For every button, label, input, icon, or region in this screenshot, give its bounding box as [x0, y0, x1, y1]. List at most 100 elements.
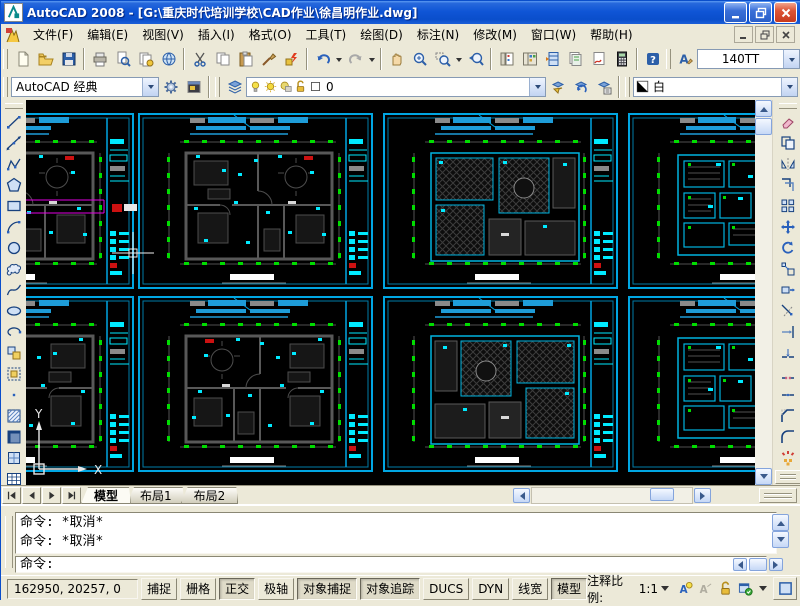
ellipse-arc-icon[interactable] — [3, 321, 25, 342]
save-icon[interactable] — [57, 48, 80, 71]
copy-icon[interactable] — [211, 48, 234, 71]
tool-palettes-icon[interactable] — [541, 48, 564, 71]
toolbar-grip[interactable] — [775, 470, 800, 484]
canvas-horizontal-scrollbar[interactable] — [513, 487, 711, 504]
unlock-icon[interactable] — [294, 80, 307, 93]
minimize-button[interactable] — [724, 2, 747, 23]
menu-文件F[interactable]: 文件(F) — [26, 26, 80, 44]
command-history[interactable]: 命令: *取消*命令: *取消* — [15, 512, 777, 554]
properties-icon[interactable] — [495, 48, 518, 71]
clean-screen-button[interactable] — [773, 577, 797, 600]
line-icon[interactable] — [3, 111, 25, 132]
scroll-left-icon[interactable] — [513, 488, 530, 503]
sheetset-manager-icon[interactable] — [564, 48, 587, 71]
color-combo[interactable]: 白 — [633, 77, 798, 97]
ellipse-icon[interactable] — [3, 300, 25, 321]
circle-icon[interactable] — [3, 237, 25, 258]
tab-模型[interactable]: 模型 — [81, 487, 131, 504]
vertical-scroll-thumb[interactable] — [755, 118, 772, 135]
cut-icon[interactable] — [188, 48, 211, 71]
help-icon[interactable]: ? — [641, 48, 664, 71]
menu-窗口W[interactable]: 窗口(W) — [524, 26, 583, 44]
toggle-极轴[interactable]: 极轴 — [258, 578, 294, 600]
fillet-icon[interactable] — [777, 426, 799, 447]
layer-dropdown-icon[interactable] — [529, 78, 545, 96]
command-scrollbar[interactable] — [772, 514, 789, 550]
tab-last-button[interactable] — [62, 487, 81, 504]
make-layer-current-icon[interactable] — [546, 75, 569, 98]
doc-close-button[interactable] — [776, 26, 795, 43]
mirror-icon[interactable] — [777, 153, 799, 174]
canvas-vertical-scrollbar[interactable] — [755, 100, 772, 485]
break-icon[interactable] — [777, 363, 799, 384]
doc-restore-button[interactable] — [755, 26, 774, 43]
gradient-icon[interactable] — [3, 426, 25, 447]
array-icon[interactable] — [777, 195, 799, 216]
menu-插入I[interactable]: 插入(I) — [191, 26, 242, 44]
text-style-icon[interactable]: A — [674, 48, 697, 71]
publish-icon[interactable] — [134, 48, 157, 71]
plot-preview-icon[interactable] — [111, 48, 134, 71]
match-properties-icon[interactable] — [257, 48, 280, 71]
revision-cloud-icon[interactable] — [3, 258, 25, 279]
annotation-autoscale-icon[interactable]: A — [697, 580, 714, 597]
make-block-icon[interactable] — [3, 363, 25, 384]
text-style-combo[interactable]: 140TT — [697, 49, 800, 69]
dwf-icon[interactable] — [157, 48, 180, 71]
toolbar-lock-icon[interactable] — [717, 580, 734, 597]
redo-icon[interactable] — [344, 48, 367, 71]
toggle-DUCS[interactable]: DUCS — [423, 578, 469, 600]
scroll-right-icon[interactable] — [694, 488, 711, 503]
quickcalc-icon[interactable] — [610, 48, 633, 71]
chamfer-icon[interactable] — [777, 405, 799, 426]
horizontal-scroll-thumb[interactable] — [650, 488, 674, 501]
toggle-正交[interactable]: 正交 — [219, 578, 255, 600]
arc-icon[interactable] — [3, 216, 25, 237]
toggle-线宽[interactable]: 线宽 — [512, 578, 548, 600]
command-scroll-left-icon[interactable] — [733, 558, 747, 571]
scroll-up-icon[interactable] — [755, 100, 772, 117]
explode-icon[interactable] — [777, 447, 799, 468]
spline-icon[interactable] — [3, 279, 25, 300]
extend-icon[interactable] — [777, 321, 799, 342]
erase-icon[interactable] — [777, 111, 799, 132]
menu-工具T[interactable]: 工具(T) — [299, 26, 354, 44]
layer-properties-icon[interactable] — [223, 75, 246, 98]
viewport-freeze-icon[interactable] — [279, 80, 292, 93]
point-icon[interactable] — [3, 384, 25, 405]
tab-first-button[interactable] — [2, 487, 21, 504]
rectangle-icon[interactable] — [3, 195, 25, 216]
break-at-point-icon[interactable] — [777, 342, 799, 363]
join-icon[interactable] — [777, 384, 799, 405]
command-input[interactable]: 命令: — [15, 556, 767, 573]
rotate-icon[interactable] — [777, 237, 799, 258]
block-editor-icon[interactable] — [280, 48, 303, 71]
offset-icon[interactable] — [777, 174, 799, 195]
bulb-icon[interactable] — [249, 80, 262, 93]
menu-编辑E[interactable]: 编辑(E) — [80, 26, 135, 44]
redo-dropdown-icon[interactable] — [367, 48, 377, 70]
text-style-dropdown-icon[interactable] — [783, 50, 799, 68]
undo-icon[interactable] — [311, 48, 334, 71]
zoom-window-dropdown-icon[interactable] — [454, 48, 464, 70]
color-dropdown-icon[interactable] — [781, 78, 797, 96]
move-icon[interactable] — [777, 216, 799, 237]
annotation-scale-value[interactable]: 1:1 — [639, 582, 658, 596]
model-space-background[interactable] — [26, 100, 755, 485]
command-window-resize-grip[interactable] — [759, 488, 797, 503]
tab-next-button[interactable] — [42, 487, 61, 504]
workspace-dropdown-icon[interactable] — [142, 78, 158, 96]
annotation-scale-dropdown-icon[interactable] — [661, 586, 669, 595]
layer-color-swatch-icon[interactable] — [309, 80, 322, 93]
insert-block-icon[interactable] — [3, 342, 25, 363]
toggle-DYN[interactable]: DYN — [472, 578, 509, 600]
close-button[interactable] — [774, 2, 797, 23]
hatch-icon[interactable] — [3, 405, 25, 426]
markup-manager-icon[interactable] — [587, 48, 610, 71]
designcenter-icon[interactable] — [518, 48, 541, 71]
layer-combo[interactable]: 0 — [246, 77, 546, 97]
menu-修改M[interactable]: 修改(M) — [466, 26, 524, 44]
zoom-previous-icon[interactable] — [464, 48, 487, 71]
toggle-对象追踪[interactable]: 对象追踪 — [360, 578, 420, 600]
paste-icon[interactable] — [234, 48, 257, 71]
